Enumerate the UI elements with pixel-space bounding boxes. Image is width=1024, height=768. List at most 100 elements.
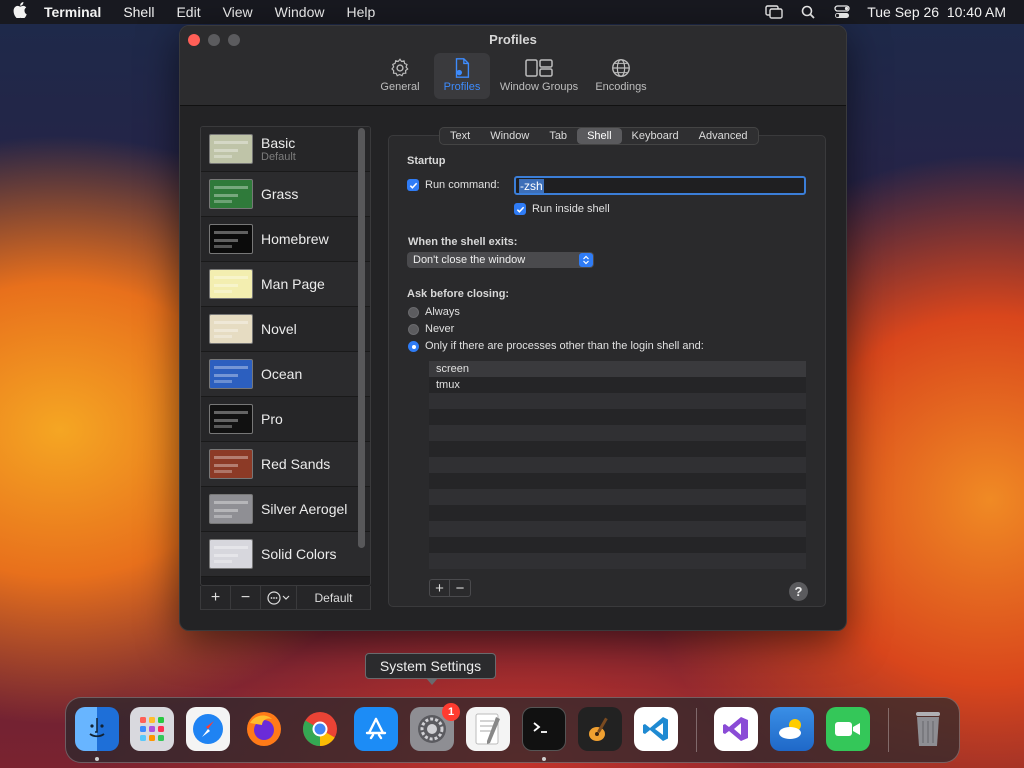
menubar-clock[interactable]: Tue Sep 26 10:40 AM (867, 4, 1006, 20)
profile-item[interactable]: Man Page (201, 262, 370, 307)
profile-item[interactable]: Red Sands (201, 442, 370, 487)
profile-item[interactable]: Homebrew (201, 217, 370, 262)
profile-item[interactable]: Basic Default (201, 127, 370, 172)
profile-name: Basic (261, 135, 296, 151)
run-inside-shell-label: Run inside shell (532, 203, 610, 215)
checkmark-icon (409, 182, 417, 189)
finder-icon[interactable] (75, 707, 119, 751)
menu-app-terminal[interactable]: Terminal (40, 4, 112, 20)
profile-item[interactable]: Solid Colors (201, 532, 370, 577)
process-item[interactable]: tmux (429, 377, 806, 393)
screen-mirroring-icon[interactable] (765, 5, 783, 19)
ask-always-label: Always (425, 306, 460, 318)
ask-closing-heading: Ask before closing: (407, 288, 510, 300)
terminal-icon[interactable] (522, 707, 566, 751)
profile-preview-thumbnail (209, 314, 253, 344)
tab-text[interactable]: Text (440, 128, 480, 144)
window-groups-icon (525, 59, 553, 77)
add-profile-button[interactable]: + (201, 586, 231, 609)
profile-preview-thumbnail (209, 134, 253, 164)
profile-default-label: Default (261, 151, 296, 163)
run-inside-shell-checkbox[interactable] (514, 203, 526, 215)
profile-text: Silver Aerogel (261, 501, 347, 517)
ask-always-row[interactable]: Always (408, 306, 460, 318)
profile-preview-thumbnail (209, 224, 253, 254)
profile-preview-thumbnail (209, 269, 253, 299)
process-item[interactable]: screen (429, 361, 806, 377)
launchpad-icon[interactable] (130, 707, 174, 751)
ask-never-radio[interactable] (408, 323, 419, 335)
profile-name: Novel (261, 321, 297, 337)
window-title: Profiles (489, 32, 537, 47)
chrome-icon[interactable] (298, 707, 342, 751)
ask-never-label: Never (425, 323, 455, 335)
ask-always-radio[interactable] (408, 306, 419, 318)
profile-preview-thumbnail (209, 449, 253, 479)
menu-help[interactable]: Help (335, 4, 386, 20)
profile-text: Ocean (261, 366, 302, 382)
app-store-icon[interactable] (354, 707, 398, 751)
textedit-icon[interactable] (466, 707, 510, 751)
profile-actions-menu[interactable] (261, 586, 297, 609)
run-command-input[interactable]: -zsh (514, 176, 806, 195)
menu-shell[interactable]: Shell (112, 4, 165, 20)
process-empty-row (429, 425, 806, 441)
profile-settings-tabs: Text Window Tab Shell Keyboard Advanced (439, 127, 759, 145)
run-command-row: Run command: (407, 179, 500, 191)
remove-process-button[interactable]: − (450, 580, 470, 597)
run-command-checkbox[interactable] (407, 179, 419, 191)
process-list: screen tmux (429, 361, 806, 569)
firefox-icon[interactable] (242, 707, 286, 751)
safari-icon[interactable] (186, 707, 230, 751)
profile-item[interactable]: Novel (201, 307, 370, 352)
add-process-button[interactable]: + (430, 580, 450, 597)
profile-list: Basic Default Grass Homebrew Man Page Novel Oc… (200, 126, 371, 586)
apple-icon[interactable] (0, 2, 40, 22)
profile-item[interactable]: Pro (201, 397, 370, 442)
tab-shell[interactable]: Shell (577, 128, 622, 144)
control-center-icon[interactable] (833, 5, 851, 19)
profile-preview-thumbnail (209, 494, 253, 524)
shell-exit-select[interactable]: Don't close the window (407, 252, 594, 268)
tab-keyboard[interactable]: Keyboard (622, 128, 689, 144)
tab-tab[interactable]: Tab (539, 128, 577, 144)
run-command-value: -zsh (519, 178, 544, 193)
profile-item[interactable]: Ocean (201, 352, 370, 397)
toolbar-profiles[interactable]: Profiles (434, 53, 490, 99)
profile-name: Man Page (261, 276, 325, 292)
garageband-icon[interactable] (578, 707, 622, 751)
trash-icon[interactable] (906, 707, 950, 751)
menu-edit[interactable]: Edit (165, 4, 211, 20)
checkmark-icon (516, 206, 524, 213)
visual-studio-icon[interactable] (714, 707, 758, 751)
profile-item[interactable]: Silver Aerogel (201, 487, 370, 532)
menu-window[interactable]: Window (264, 4, 336, 20)
ask-processes-radio[interactable] (408, 340, 419, 352)
tab-window[interactable]: Window (480, 128, 539, 144)
tab-advanced[interactable]: Advanced (689, 128, 758, 144)
process-empty-row (429, 553, 806, 569)
window-titlebar: Profiles General Profiles Window Groups … (180, 26, 846, 106)
toolbar-encodings[interactable]: Encodings (588, 53, 654, 99)
ask-processes-row[interactable]: Only if there are processes other than t… (408, 340, 704, 352)
menu-view[interactable]: View (212, 4, 264, 20)
spotlight-search-icon[interactable] (799, 5, 817, 19)
globe-icon (612, 59, 630, 77)
ask-never-row[interactable]: Never (408, 323, 454, 335)
profile-preview-thumbnail (209, 404, 253, 434)
weather-icon[interactable] (770, 707, 814, 751)
toolbar-general[interactable]: General (372, 53, 428, 99)
remove-profile-button[interactable]: − (231, 586, 261, 609)
vscode-icon[interactable] (634, 707, 678, 751)
facetime-icon[interactable] (826, 707, 870, 751)
run-command-label: Run command: (425, 179, 500, 191)
profile-list-scrollbar[interactable] (358, 128, 365, 548)
profile-item[interactable]: Grass (201, 172, 370, 217)
dock-tooltip: System Settings (365, 653, 496, 685)
set-default-profile-button[interactable]: Default (297, 586, 370, 609)
process-empty-row (429, 537, 806, 553)
profile-name: Solid Colors (261, 546, 337, 562)
system-settings-icon[interactable]: 1 (410, 703, 460, 751)
help-button[interactable]: ? (789, 582, 808, 601)
toolbar-window-groups[interactable]: Window Groups (496, 53, 582, 99)
